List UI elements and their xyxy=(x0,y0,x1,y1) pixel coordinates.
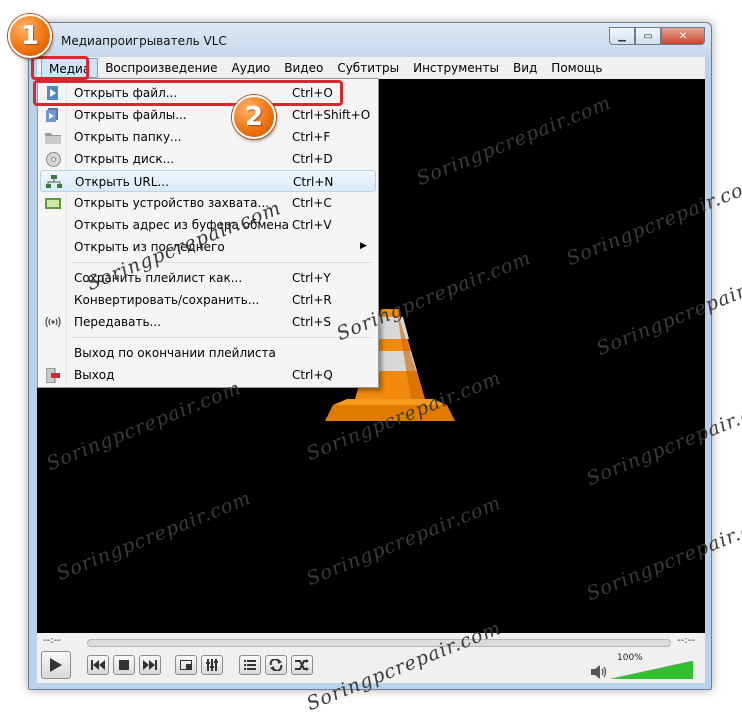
menu-separator xyxy=(72,337,372,338)
equalizer-icon xyxy=(206,659,218,671)
loop-icon xyxy=(269,659,283,671)
media-menu-item[interactable]: Открыть URL... Ctrl+N xyxy=(40,170,376,192)
menu-item-shortcut: Ctrl+S xyxy=(292,315,332,329)
folder-icon xyxy=(44,129,62,145)
menu-tools[interactable]: Инструменты xyxy=(406,58,506,78)
previous-icon xyxy=(91,660,105,670)
previous-button[interactable] xyxy=(87,655,109,675)
menu-item-label: Конвертировать/сохранить... xyxy=(74,293,260,307)
step-2-badge: 2 xyxy=(232,95,276,139)
menu-view[interactable]: Вид xyxy=(506,58,544,78)
stop-button[interactable] xyxy=(113,655,135,675)
title-bar[interactable]: Медиапроигрыватель VLC ▁ ▭ ✕ xyxy=(29,23,711,57)
shuffle-button[interactable] xyxy=(291,655,313,675)
menu-item-label: Открыть диск... xyxy=(74,152,175,166)
disc-icon xyxy=(44,151,62,167)
menu-bar: Медиа Воспроизведение Аудио Видео Субтит… xyxy=(37,57,705,79)
menu-item-shortcut: Ctrl+R xyxy=(292,293,332,307)
menu-item-label: Открыть папку... xyxy=(74,130,182,144)
media-menu-item[interactable]: Выход по окончании плейлиста xyxy=(40,342,376,364)
total-time: --:-- xyxy=(677,635,695,646)
step-1-badge: 1 xyxy=(8,14,52,58)
menu-item-label: Выход по окончании плейлиста xyxy=(74,346,276,360)
exit-icon xyxy=(44,367,62,383)
seek-bar[interactable] xyxy=(87,639,671,647)
media-menu-item[interactable]: Открыть файлы... Ctrl+Shift+O xyxy=(40,104,376,126)
submenu-arrow-icon: ▶ xyxy=(360,241,367,251)
extended-settings-button[interactable] xyxy=(201,655,223,675)
play-button[interactable] xyxy=(41,651,71,679)
network-icon xyxy=(45,174,63,190)
menu-item-shortcut: Ctrl+C xyxy=(292,196,332,210)
fullscreen-icon xyxy=(180,660,192,670)
capture-device-icon xyxy=(44,195,62,211)
close-button[interactable]: ✕ xyxy=(661,27,705,45)
menu-item-shortcut: Ctrl+Q xyxy=(292,368,333,382)
next-button[interactable] xyxy=(139,655,161,675)
menu-subtitles[interactable]: Субтитры xyxy=(330,58,406,78)
loop-button[interactable] xyxy=(265,655,287,675)
media-menu-item[interactable]: Открыть диск... Ctrl+D xyxy=(40,148,376,170)
menu-item-label: Открыть устройство захвата... xyxy=(74,196,269,210)
elapsed-time: --:-- xyxy=(43,635,61,646)
menu-item-shortcut: Ctrl+F xyxy=(292,130,331,144)
menu-item-shortcut: Ctrl+N xyxy=(293,175,334,189)
menu-item-shortcut: Ctrl+Y xyxy=(292,271,331,285)
media-menu-item[interactable]: Открыть папку... Ctrl+F xyxy=(40,126,376,148)
shuffle-icon xyxy=(295,659,309,671)
open-files-icon xyxy=(44,107,62,123)
menu-video[interactable]: Видео xyxy=(277,58,330,78)
media-menu-item[interactable]: Открыть устройство захвата... Ctrl+C xyxy=(40,192,376,214)
highlight-open-file xyxy=(33,80,343,106)
window-title: Медиапроигрыватель VLC xyxy=(61,34,227,48)
fullscreen-button[interactable] xyxy=(175,655,197,675)
volume-slider[interactable] xyxy=(611,661,693,679)
maximize-button[interactable]: ▭ xyxy=(635,27,661,45)
highlight-media-menu xyxy=(31,56,89,80)
menu-item-label: Открыть файлы... xyxy=(74,108,187,122)
menu-item-label: Открыть URL... xyxy=(75,175,169,189)
next-icon xyxy=(143,660,157,670)
play-icon xyxy=(50,658,62,672)
window-buttons: ▁ ▭ ✕ xyxy=(609,27,705,45)
media-menu-item[interactable]: Выход Ctrl+Q xyxy=(40,364,376,386)
menu-help[interactable]: Помощь xyxy=(544,58,609,78)
menu-audio[interactable]: Аудио xyxy=(225,58,278,78)
menu-playback[interactable]: Воспроизведение xyxy=(98,58,224,78)
minimize-button[interactable]: ▁ xyxy=(609,27,635,45)
menu-item-shortcut: Ctrl+D xyxy=(292,152,333,166)
menu-item-shortcut: Ctrl+V xyxy=(292,218,332,232)
menu-item-label: Передавать... xyxy=(74,315,161,329)
stop-icon xyxy=(119,660,129,670)
media-menu-item[interactable]: Передавать... Ctrl+S xyxy=(40,311,376,333)
playlist-icon xyxy=(244,660,256,670)
stream-icon xyxy=(44,314,62,330)
menu-item-label: Выход xyxy=(74,368,115,382)
speaker-icon[interactable] xyxy=(591,665,607,679)
playlist-button[interactable] xyxy=(239,655,261,675)
menu-item-shortcut: Ctrl+Shift+O xyxy=(292,108,371,122)
